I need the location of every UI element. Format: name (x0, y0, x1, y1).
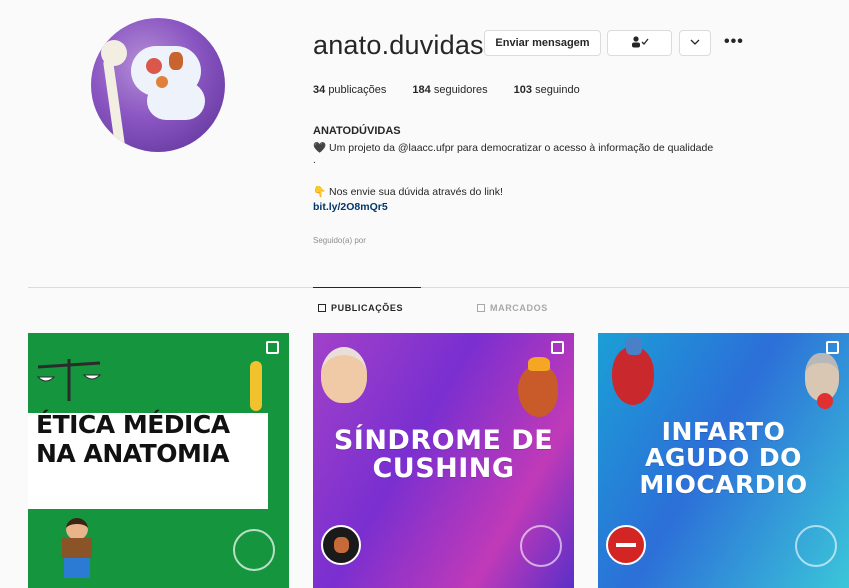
stat-following[interactable]: 103 seguindo (514, 84, 580, 96)
tab-marcados[interactable]: MARCADOS (477, 303, 548, 313)
organ-graphic (169, 52, 183, 70)
send-message-button[interactable]: Enviar mensagem (484, 30, 601, 56)
cartoon-elder-graphic (805, 353, 839, 409)
league-logo-icon (321, 525, 361, 565)
tab-label: PUBLICAÇÕES (331, 303, 404, 313)
post-sindrome-cushing[interactable]: SÍNDROME DE CUSHING (313, 333, 574, 588)
cartoon-kid-graphic (58, 518, 98, 578)
watermark-seal-icon (795, 525, 837, 567)
suggestions-dropdown-button[interactable] (679, 30, 711, 56)
person-check-icon (631, 35, 649, 51)
watermark-seal-icon (520, 525, 562, 567)
bio-website-link[interactable]: bit.ly/2O8mQr5 (313, 201, 388, 213)
post-infarto-agudo[interactable]: INFARTO AGUDO DO MIOCARDIO (598, 333, 849, 588)
bio-separator: . (313, 155, 316, 166)
more-options-icon[interactable]: ••• (724, 33, 744, 51)
cartoon-face-graphic (321, 347, 367, 403)
post-title: ÉTICA MÉDICA NA ANATOMIA (36, 410, 230, 468)
caduceus-icon (250, 361, 262, 411)
followed-by-text[interactable]: Seguido(a) por (313, 236, 366, 245)
skeleton-graphic (102, 57, 126, 149)
tabs-divider (28, 287, 849, 288)
active-tab-indicator (313, 287, 421, 288)
watermark-seal-icon (233, 529, 275, 571)
grid-icon (318, 304, 326, 312)
profile-stats: 34 publicações 184 seguidores 103 seguin… (313, 84, 580, 96)
organ-graphic (146, 58, 162, 74)
scale-icon (36, 359, 102, 401)
heart-graphic (612, 337, 654, 405)
profile-avatar[interactable] (91, 18, 225, 152)
cardiology-logo-icon (606, 525, 646, 565)
stat-posts: 34 publicações (313, 84, 387, 96)
tagged-icon (477, 304, 485, 312)
stat-followers[interactable]: 184 seguidores (412, 84, 487, 96)
carousel-icon (826, 341, 839, 354)
tab-label: MARCADOS (490, 303, 548, 313)
post-title: SÍNDROME DE CUSHING (333, 425, 554, 485)
bio-description: 🖤 Um projeto da @laacc.ufpr para democra… (313, 142, 714, 154)
carousel-icon (551, 341, 564, 354)
chevron-down-icon (690, 37, 700, 49)
following-button[interactable] (607, 30, 672, 56)
profile-username: anato.duvidas (313, 30, 484, 60)
tab-publicacoes[interactable]: PUBLICAÇÕES (318, 303, 403, 313)
bio-call-to-action: 👇 Nos envie sua dúvida através do link! (313, 186, 503, 198)
organ-graphic (156, 76, 168, 88)
post-etica-medica[interactable]: ÉTICA MÉDICA NA ANATOMIA (28, 333, 289, 588)
bio-full-name: ANATODÚVIDAS (313, 125, 401, 137)
thought-cloud-graphic (131, 46, 201, 96)
carousel-icon (266, 341, 279, 354)
adrenal-kidney-graphic (518, 357, 558, 417)
post-title: INFARTO AGUDO DO MIOCARDIO (639, 417, 808, 499)
